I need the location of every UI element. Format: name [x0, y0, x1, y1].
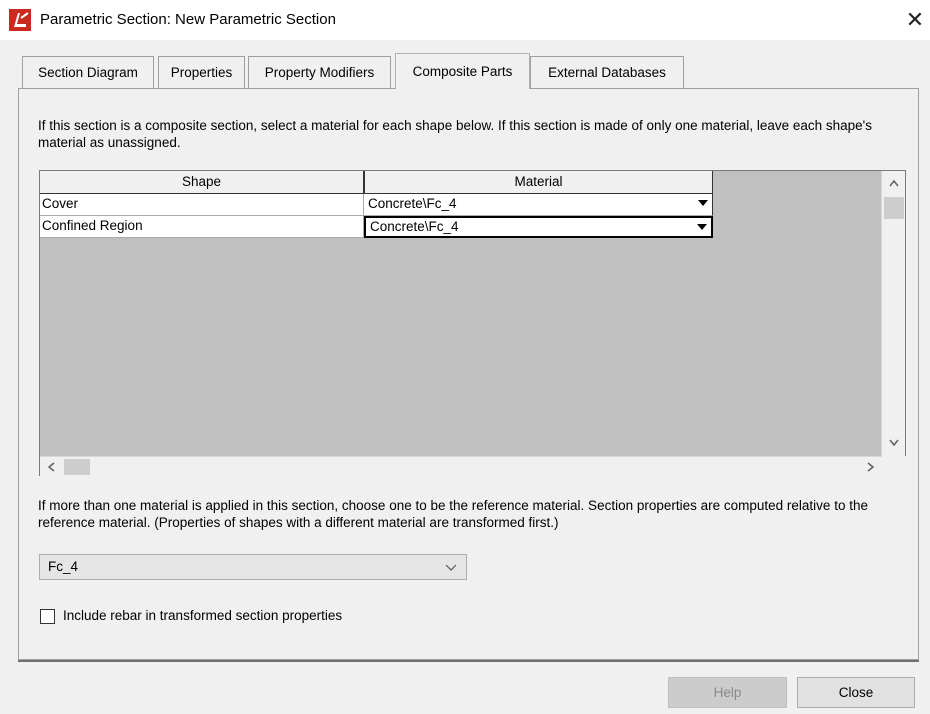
- tab-section-diagram[interactable]: Section Diagram: [22, 56, 154, 88]
- material-value: Concrete\Fc_4: [370, 219, 459, 234]
- horizontal-scroll-thumb[interactable]: [64, 459, 90, 475]
- material-value: Concrete\Fc_4: [368, 196, 457, 211]
- dropdown-arrow-icon[interactable]: [697, 224, 707, 230]
- include-rebar-label[interactable]: Include rebar in transformed section pro…: [63, 608, 342, 623]
- include-rebar-checkbox[interactable]: [40, 609, 55, 624]
- dropdown-arrow-icon[interactable]: [698, 200, 708, 206]
- tab-property-modifiers[interactable]: Property Modifiers: [248, 56, 391, 88]
- column-header-material[interactable]: Material: [364, 171, 713, 194]
- reference-material-select[interactable]: Fc_4: [39, 554, 467, 580]
- composite-description: If this section is a composite section, …: [38, 118, 873, 150]
- table-row-shape-cell[interactable]: Confined Region: [40, 216, 364, 238]
- tab-external-databases[interactable]: External Databases: [530, 56, 684, 88]
- scrollbar-corner: [882, 456, 906, 476]
- reference-material-value: Fc_4: [48, 559, 79, 574]
- scroll-down-icon[interactable]: [882, 433, 906, 453]
- panel-divider: [18, 660, 919, 662]
- material-dropdown[interactable]: Concrete\Fc_4: [364, 216, 713, 238]
- column-header-shape[interactable]: Shape: [40, 171, 364, 194]
- material-dropdown[interactable]: Concrete\Fc_4: [364, 194, 713, 216]
- help-button[interactable]: Help: [668, 677, 787, 708]
- horizontal-scrollbar[interactable]: [40, 456, 907, 477]
- vertical-scrollbar[interactable]: [881, 171, 905, 456]
- tab-properties[interactable]: Properties: [158, 56, 245, 88]
- scroll-right-icon[interactable]: [860, 458, 882, 476]
- chevron-down-icon: [445, 564, 457, 571]
- vertical-scroll-thumb[interactable]: [884, 197, 904, 219]
- title-bar: Parametric Section: New Parametric Secti…: [0, 0, 930, 40]
- shape-material-grid[interactable]: Shape Material Cover Concrete\Fc_4 Confi…: [39, 170, 907, 477]
- scroll-left-icon[interactable]: [40, 458, 62, 476]
- reference-description: If more than one material is applied in …: [38, 498, 868, 530]
- tab-composite-parts[interactable]: Composite Parts: [395, 53, 530, 89]
- window-title: Parametric Section: New Parametric Secti…: [40, 11, 336, 28]
- table-row-shape-cell[interactable]: Cover: [40, 194, 364, 216]
- close-button[interactable]: Close: [797, 677, 915, 708]
- app-logo-icon: [9, 9, 31, 31]
- close-icon[interactable]: ✕: [900, 6, 930, 36]
- scroll-up-icon[interactable]: [882, 173, 906, 193]
